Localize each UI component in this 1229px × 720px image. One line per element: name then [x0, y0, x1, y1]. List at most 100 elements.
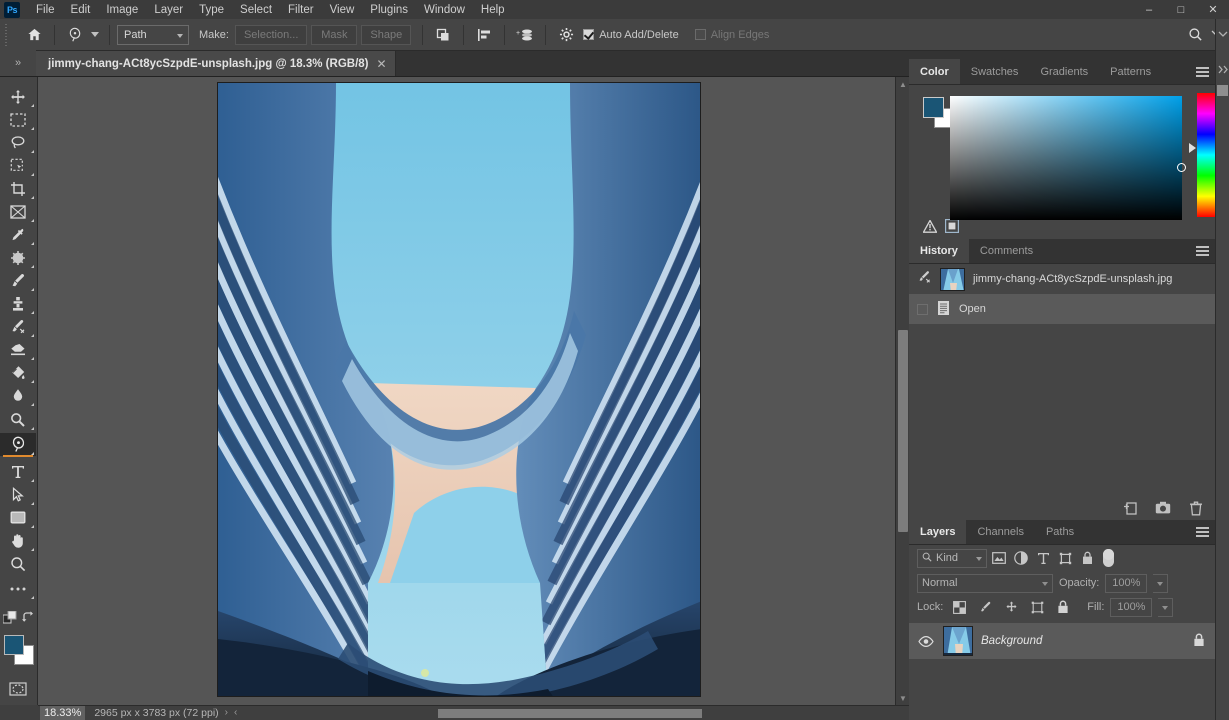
- panel-menu-icon[interactable]: [1196, 527, 1209, 537]
- status-prev-arrow-icon[interactable]: ‹: [234, 707, 243, 718]
- tab-swatches[interactable]: Swatches: [960, 59, 1030, 84]
- menu-image[interactable]: Image: [98, 2, 146, 18]
- default-colors-icon[interactable]: [2, 610, 17, 628]
- layer-name-label[interactable]: Background: [981, 635, 1185, 647]
- history-brush-source-icon[interactable]: [917, 270, 932, 288]
- hue-slider-marker[interactable]: [1189, 143, 1196, 153]
- opacity-value[interactable]: 100%: [1105, 573, 1148, 593]
- blur-tool[interactable]: [0, 384, 36, 407]
- home-icon[interactable]: [21, 23, 47, 47]
- snapshot-camera-icon[interactable]: [1155, 500, 1171, 516]
- scroll-up-arrow-icon[interactable]: ▲: [896, 77, 910, 91]
- status-next-arrow-icon[interactable]: ›: [219, 707, 234, 718]
- smart-object-filter-icon[interactable]: [1077, 548, 1097, 568]
- eraser-tool[interactable]: [0, 338, 36, 361]
- menu-file[interactable]: File: [28, 2, 63, 18]
- web-color-icon[interactable]: [945, 219, 960, 236]
- tab-color[interactable]: Color: [909, 59, 960, 84]
- tab-gradients[interactable]: Gradients: [1029, 59, 1099, 84]
- fill-dropdown-arrow-icon[interactable]: [1158, 597, 1174, 617]
- auto-add-delete-check-icon[interactable]: [583, 29, 595, 40]
- lock-all-icon[interactable]: [1053, 597, 1073, 617]
- rectangle-tool[interactable]: [0, 506, 36, 529]
- auto-add-delete-checkbox[interactable]: Auto Add/Delete: [583, 29, 685, 41]
- tab-patterns[interactable]: Patterns: [1099, 59, 1162, 84]
- menu-filter[interactable]: Filter: [280, 2, 322, 18]
- tab-comments[interactable]: Comments: [969, 238, 1044, 263]
- minimize-button[interactable]: –: [1133, 0, 1165, 19]
- document-tab[interactable]: jimmy-chang-ACt8ycSzpdE-unsplash.jpg @ 1…: [36, 51, 396, 76]
- tab-expander-button[interactable]: »: [0, 50, 36, 76]
- filter-toggle-icon[interactable]: [1103, 549, 1114, 567]
- clone-stamp-tool[interactable]: [0, 292, 36, 315]
- move-tool[interactable]: [0, 85, 36, 108]
- make-mask-button[interactable]: Mask: [311, 24, 358, 45]
- tab-channels[interactable]: Channels: [966, 519, 1034, 544]
- type-tool[interactable]: [0, 460, 36, 483]
- search-icon[interactable]: [1182, 23, 1208, 47]
- adjustment-filter-icon[interactable]: [1011, 548, 1031, 568]
- color-picker-cursor[interactable]: [1177, 163, 1186, 172]
- panel-expand-chevrons-icon[interactable]: [1216, 61, 1229, 77]
- canvas-area[interactable]: ▲ ▼: [38, 77, 909, 705]
- pen-tool[interactable]: [0, 433, 36, 457]
- menu-view[interactable]: View: [322, 2, 363, 18]
- brush-tool[interactable]: [0, 269, 36, 292]
- lock-image-pixels-icon[interactable]: [975, 597, 995, 617]
- lock-transparent-pixels-icon[interactable]: [949, 597, 969, 617]
- menu-select[interactable]: Select: [232, 2, 280, 18]
- history-snapshot-row[interactable]: jimmy-chang-ACt8ycSzpdE-unsplash.jpg: [909, 264, 1215, 294]
- opacity-dropdown-arrow-icon[interactable]: [1153, 573, 1169, 593]
- gear-icon[interactable]: [553, 23, 579, 47]
- delete-trash-icon[interactable]: [1188, 500, 1204, 516]
- menu-edit[interactable]: Edit: [63, 2, 99, 18]
- close-button[interactable]: ✕: [1197, 0, 1229, 19]
- foreground-color-swatch[interactable]: [3, 635, 24, 655]
- path-alignment-icon[interactable]: [471, 23, 497, 47]
- swap-colors-icon[interactable]: [21, 611, 35, 627]
- align-edges-checkbox[interactable]: Align Edges: [694, 29, 776, 41]
- spot-healing-brush-tool[interactable]: [0, 246, 36, 269]
- history-brush-tool[interactable]: [0, 315, 36, 338]
- horizontal-scrollbar-thumb[interactable]: [438, 709, 702, 718]
- menu-window[interactable]: Window: [416, 2, 473, 18]
- canvas-vertical-scrollbar[interactable]: ▲ ▼: [895, 77, 909, 705]
- shape-filter-icon[interactable]: [1055, 548, 1075, 568]
- quick-mask-icon[interactable]: [0, 677, 36, 700]
- pen-tool-icon[interactable]: [62, 23, 88, 47]
- history-state-row[interactable]: Open: [909, 294, 1215, 324]
- tab-layers[interactable]: Layers: [909, 519, 967, 544]
- object-selection-tool[interactable]: [0, 154, 36, 177]
- options-bar-grip[interactable]: [4, 23, 10, 46]
- menu-plugins[interactable]: Plugins: [362, 2, 416, 18]
- eye-icon[interactable]: [917, 635, 935, 647]
- type-filter-icon[interactable]: [1033, 548, 1053, 568]
- make-selection-button[interactable]: Selection...: [234, 24, 308, 45]
- expand-panels-icon[interactable]: [1216, 27, 1229, 43]
- rectangular-marquee-tool[interactable]: [0, 108, 36, 131]
- layer-kind-filter-select[interactable]: Kind: [917, 548, 987, 568]
- blend-mode-select[interactable]: Normal: [917, 573, 1053, 593]
- edit-toolbar-button[interactable]: [0, 577, 36, 600]
- lock-icon[interactable]: [1193, 633, 1205, 650]
- lasso-tool[interactable]: [0, 131, 36, 154]
- pen-tool-preset-dropdown[interactable]: [88, 23, 102, 47]
- maximize-button[interactable]: □: [1165, 0, 1197, 19]
- align-edges-check-icon[interactable]: [694, 29, 706, 40]
- lock-position-icon[interactable]: [1001, 597, 1021, 617]
- path-operations-icon[interactable]: [430, 23, 456, 47]
- table-row[interactable]: Background: [909, 623, 1215, 659]
- menu-layer[interactable]: Layer: [146, 2, 191, 18]
- make-shape-button[interactable]: Shape: [361, 24, 412, 45]
- panel-menu-icon[interactable]: [1196, 246, 1209, 256]
- gradient-tool[interactable]: [0, 361, 36, 384]
- panel-menu-icon[interactable]: [1196, 67, 1209, 77]
- menu-type[interactable]: Type: [191, 2, 232, 18]
- tab-history[interactable]: History: [909, 238, 969, 263]
- zoom-tool[interactable]: [0, 552, 36, 575]
- fill-value[interactable]: 100%: [1110, 597, 1153, 617]
- zoom-level-field[interactable]: 18.33%: [40, 705, 86, 720]
- new-document-icon[interactable]: [1122, 500, 1138, 516]
- menu-help[interactable]: Help: [473, 2, 513, 18]
- history-state-checkbox[interactable]: [917, 303, 928, 315]
